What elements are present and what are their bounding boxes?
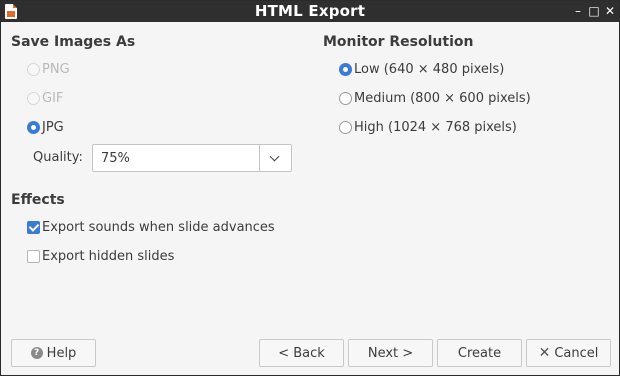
- minimize-button[interactable]: –: [571, 4, 585, 18]
- quality-combobox[interactable]: 75%: [92, 144, 292, 172]
- close-button[interactable]: ✕: [603, 4, 617, 18]
- save-images-heading: Save Images As: [11, 34, 136, 50]
- radio-label: GIF: [42, 90, 64, 106]
- create-label: Create: [457, 345, 502, 361]
- radio-circle[interactable]: [339, 91, 352, 105]
- close-icon: ✕: [538, 345, 551, 361]
- radio-png[interactable]: PNG: [27, 60, 70, 78]
- quality-dropdown-button[interactable]: [259, 145, 291, 171]
- help-icon: ?: [30, 347, 43, 359]
- back-label: < Back: [278, 345, 325, 361]
- html-export-dialog: HTML Export – □ ✕ Save Images As PNG GIF…: [0, 0, 620, 376]
- radio-circle[interactable]: [339, 120, 352, 134]
- radio-medium-resolution[interactable]: Medium (800 × 600 pixels): [339, 89, 531, 107]
- checkbox-export-hidden-slides[interactable]: Export hidden slides: [27, 247, 174, 265]
- radio-low-resolution[interactable]: Low (640 × 480 pixels): [339, 60, 504, 78]
- radio-circle[interactable]: [27, 91, 40, 105]
- checkbox-label: Export hidden slides: [42, 248, 175, 264]
- monitor-resolution-heading: Monitor Resolution: [323, 34, 474, 50]
- quality-value: 75%: [101, 151, 130, 166]
- window-title: HTML Export: [254, 2, 366, 20]
- radio-label: High (1024 × 768 pixels): [354, 119, 517, 135]
- maximize-button[interactable]: □: [587, 4, 601, 18]
- radio-circle[interactable]: [339, 62, 352, 76]
- checkbox-label: Export sounds when slide advances: [42, 219, 275, 235]
- cancel-label: Cancel: [554, 345, 599, 361]
- radio-circle[interactable]: [27, 62, 40, 76]
- radio-jpg[interactable]: JPG: [27, 118, 64, 136]
- next-label: Next >: [367, 345, 414, 361]
- help-button[interactable]: ? Help: [11, 339, 96, 367]
- checkbox-export-sounds[interactable]: Export sounds when slide advances: [27, 218, 275, 236]
- radio-high-resolution[interactable]: High (1024 × 768 pixels): [339, 118, 517, 136]
- quality-label: Quality:: [33, 150, 83, 165]
- radio-label: PNG: [42, 61, 70, 77]
- radio-label: JPG: [42, 119, 64, 135]
- radio-circle[interactable]: [27, 120, 40, 134]
- effects-heading: Effects: [11, 192, 65, 208]
- title-bar[interactable]: HTML Export – □ ✕: [1, 1, 619, 22]
- radio-label: Medium (800 × 600 pixels): [354, 90, 531, 106]
- back-button[interactable]: < Back: [259, 339, 344, 367]
- chevron-down-icon: [269, 151, 280, 162]
- checkbox-box[interactable]: [27, 249, 40, 263]
- create-button[interactable]: Create: [437, 339, 522, 367]
- help-label: Help: [46, 345, 77, 361]
- next-button[interactable]: Next >: [348, 339, 433, 367]
- radio-label: Low (640 × 480 pixels): [354, 61, 505, 77]
- radio-gif[interactable]: GIF: [27, 89, 63, 107]
- checkbox-box[interactable]: [27, 220, 40, 234]
- cancel-button[interactable]: ✕ Cancel: [526, 339, 611, 367]
